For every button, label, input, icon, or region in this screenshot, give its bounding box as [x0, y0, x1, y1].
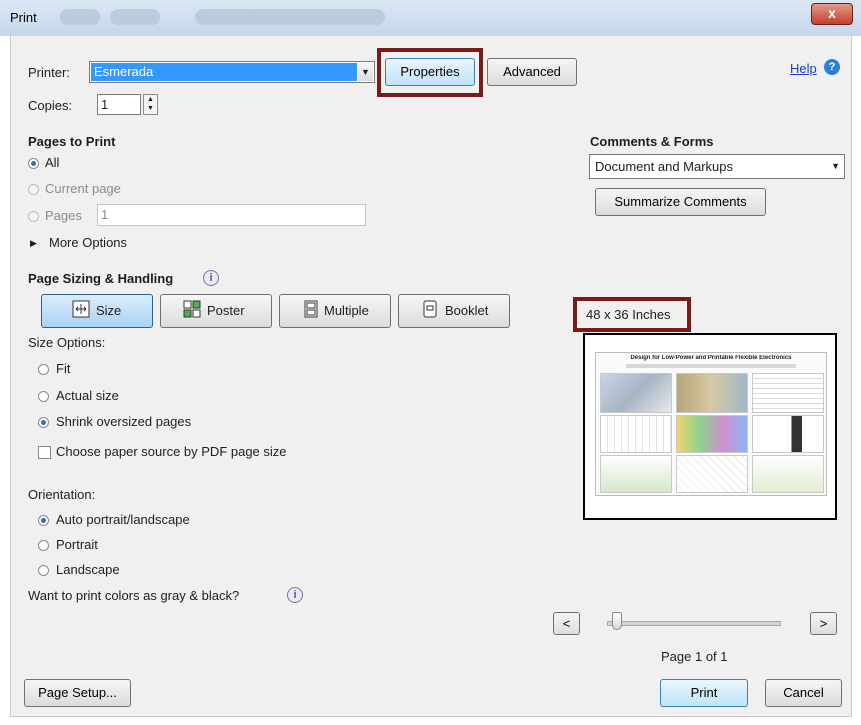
- blurred-toolbar: [110, 9, 160, 25]
- chevron-down-icon: ▼: [831, 161, 840, 171]
- help-icon[interactable]: ?: [824, 59, 840, 75]
- multiple-icon: [304, 300, 318, 318]
- size-icon: [72, 300, 90, 318]
- poster-panel: [676, 415, 748, 453]
- fit-radio[interactable]: [38, 364, 49, 375]
- summarize-comments-button[interactable]: Summarize Comments: [595, 188, 766, 216]
- expand-triangle-icon[interactable]: ▶: [30, 238, 37, 249]
- blurred-toolbar: [60, 9, 100, 25]
- blurred-toolbar: [195, 9, 385, 25]
- pages-range-label: Pages: [45, 208, 82, 223]
- poster-panel: [676, 373, 748, 413]
- pages-range-input[interactable]: 1: [97, 204, 366, 226]
- auto-orientation-label: Auto portrait/landscape: [56, 512, 190, 527]
- printer-value: Esmerada: [91, 63, 357, 81]
- poster-panel: [600, 373, 672, 413]
- preview-size-label: 48 x 36 Inches: [586, 307, 671, 322]
- comments-forms-heading: Comments & Forms: [590, 134, 714, 149]
- advanced-button[interactable]: Advanced: [487, 58, 577, 86]
- size-options-label: Size Options:: [28, 335, 106, 350]
- paper-source-checkbox[interactable]: [38, 446, 51, 459]
- poster-panel: [752, 373, 824, 413]
- print-dialog: Printer: Esmerada ▼ Properties Advanced …: [10, 36, 852, 717]
- landscape-label: Landscape: [56, 562, 120, 577]
- print-button[interactable]: Print: [660, 679, 748, 707]
- close-button[interactable]: x: [811, 3, 853, 25]
- info-icon[interactable]: i: [203, 270, 219, 286]
- poster-authors: [626, 364, 796, 368]
- comments-forms-select[interactable]: Document and Markups ▼: [589, 154, 845, 179]
- tab-size-label: Size: [96, 303, 122, 318]
- print-preview: Design for Low-Power and Printable Flexi…: [583, 333, 837, 520]
- copies-stepper[interactable]: ▲ ▼: [143, 94, 158, 115]
- tab-poster-label: Poster: [207, 303, 245, 318]
- copies-label: Copies:: [28, 98, 73, 113]
- info-icon[interactable]: i: [287, 587, 303, 603]
- next-page-button[interactable]: >: [810, 612, 837, 635]
- landscape-radio[interactable]: [38, 565, 49, 576]
- pages-all-radio[interactable]: [28, 158, 39, 169]
- poster-panel: [600, 415, 672, 453]
- title-bar: Print x: [0, 0, 861, 36]
- grayscale-label: Want to print colors as gray & black?: [28, 588, 240, 603]
- page-indicator: Page 1 of 1: [661, 649, 728, 664]
- tab-multiple[interactable]: Multiple: [279, 294, 391, 328]
- page-slider-thumb[interactable]: [612, 612, 622, 630]
- cancel-button[interactable]: Cancel: [765, 679, 842, 707]
- fit-label: Fit: [56, 361, 71, 376]
- chevron-down-icon: ▼: [358, 63, 373, 81]
- pages-current-radio[interactable]: [28, 184, 39, 195]
- prev-page-button[interactable]: <: [553, 612, 580, 635]
- shrink-oversized-radio[interactable]: [38, 417, 49, 428]
- auto-orientation-radio[interactable]: [38, 515, 49, 526]
- actual-size-radio[interactable]: [38, 391, 49, 402]
- portrait-label: Portrait: [56, 537, 98, 552]
- pages-current-label: Current page: [45, 181, 121, 196]
- preview-page: Design for Low-Power and Printable Flexi…: [595, 352, 827, 496]
- poster-icon: [183, 300, 201, 318]
- portrait-radio[interactable]: [38, 540, 49, 551]
- tab-size[interactable]: Size: [41, 294, 153, 328]
- printer-label: Printer:: [28, 65, 70, 80]
- window-title: Print: [10, 10, 37, 25]
- poster-panel: [600, 455, 672, 493]
- orientation-label: Orientation:: [28, 487, 96, 502]
- actual-size-label: Actual size: [56, 388, 119, 403]
- poster-panel: [752, 415, 824, 453]
- poster-panel: [676, 455, 748, 493]
- page-setup-button[interactable]: Page Setup...: [24, 679, 131, 707]
- tab-booklet-label: Booklet: [445, 303, 489, 318]
- tab-booklet[interactable]: Booklet: [398, 294, 510, 328]
- properties-button[interactable]: Properties: [385, 58, 475, 86]
- pages-range-radio[interactable]: [28, 211, 39, 222]
- paper-source-label: Choose paper source by PDF page size: [56, 444, 287, 459]
- poster-panel: [752, 455, 824, 493]
- poster-title: Design for Low-Power and Printable Flexi…: [630, 355, 792, 361]
- help-link[interactable]: Help: [790, 61, 817, 76]
- copies-input[interactable]: 1: [97, 94, 141, 115]
- tab-multiple-label: Multiple: [324, 303, 369, 318]
- pages-to-print-heading: Pages to Print: [28, 134, 116, 149]
- printer-select[interactable]: Esmerada ▼: [89, 61, 375, 83]
- pages-all-label: All: [45, 155, 60, 170]
- shrink-oversized-label: Shrink oversized pages: [56, 414, 192, 429]
- booklet-icon: [423, 300, 437, 318]
- page-slider[interactable]: [607, 621, 781, 626]
- tab-poster[interactable]: Poster: [160, 294, 272, 328]
- page-sizing-heading: Page Sizing & Handling: [28, 271, 174, 286]
- more-options-link[interactable]: More Options: [49, 235, 127, 250]
- comments-forms-value: Document and Markups: [595, 159, 734, 174]
